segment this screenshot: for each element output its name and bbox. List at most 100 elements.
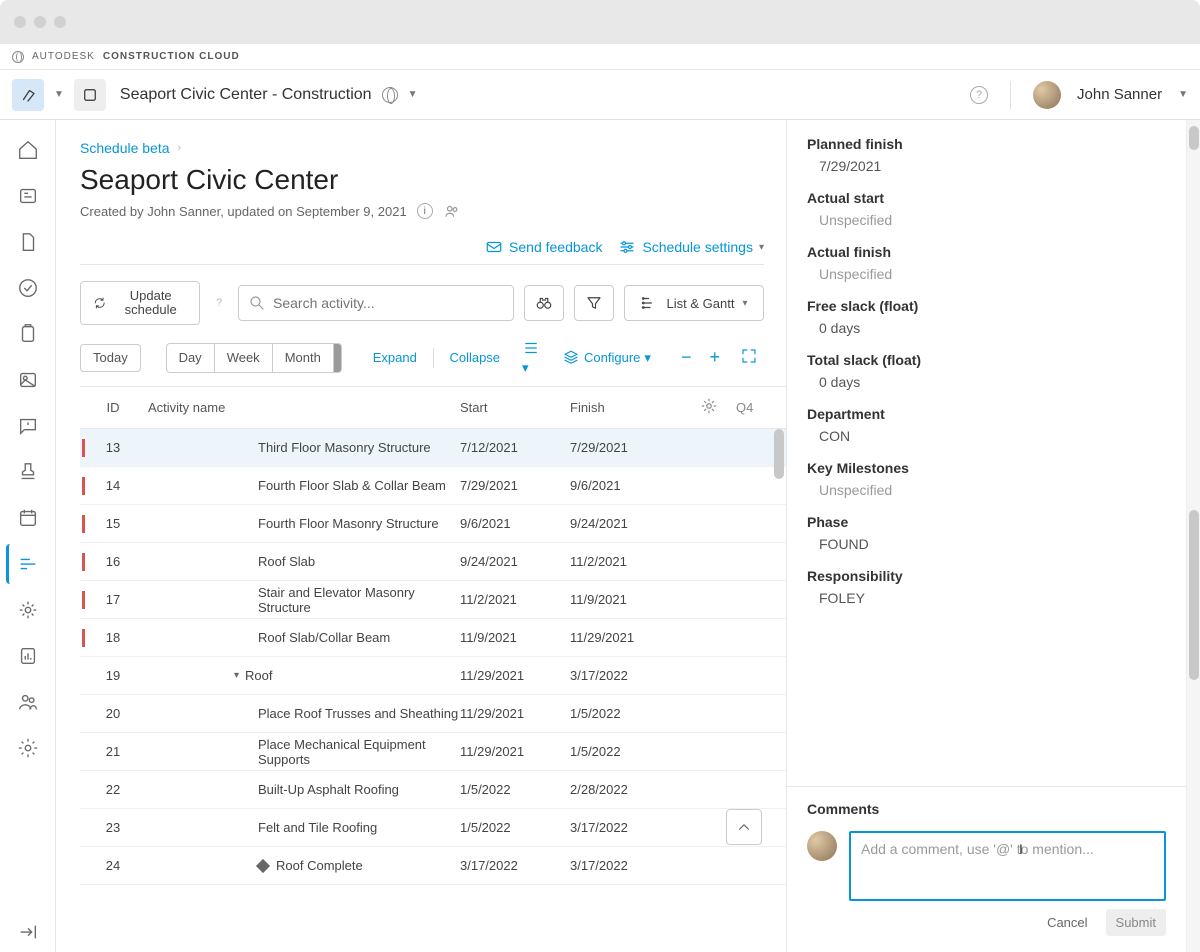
table-row[interactable]: 24Roof Complete3/17/20223/17/2022 [80,847,786,885]
window-titlebar [0,0,1200,44]
autodesk-logo-icon [12,51,24,63]
update-schedule-button[interactable]: Update schedule [80,281,200,325]
range-month[interactable]: Month [273,344,334,372]
brand-company: AUTODESK [32,51,95,62]
list-density-button[interactable]: ▾ [516,339,546,376]
project-icon[interactable] [74,79,106,111]
submit-button[interactable]: Submit [1106,909,1166,936]
table-row[interactable]: 18Roof Slab/Collar Beam11/9/202111/29/20… [80,619,786,657]
table-row[interactable]: 22Built-Up Asphalt Roofing1/5/20222/28/2… [80,771,786,809]
left-nav [0,120,56,952]
configure-label: Configure [584,350,640,365]
nav-files[interactable] [8,222,48,262]
table-row[interactable]: 16Roof Slab9/24/202111/2/2021 [80,543,786,581]
scroll-up-button[interactable] [726,809,762,845]
quarter-label: Q4 [736,400,786,415]
gantt-scrollbar[interactable] [774,429,784,479]
binoculars-button[interactable] [524,285,564,321]
nav-reports[interactable] [8,636,48,676]
breadcrumb-schedule[interactable]: Schedule beta [80,140,170,156]
chevron-down-icon: ▾ [742,298,747,309]
view-mode-button[interactable]: List & Gantt ▾ [624,285,764,321]
field-label: Free slack (float) [807,298,1166,314]
field-value: FOUND [807,536,1166,552]
nav-home[interactable] [8,130,48,170]
send-feedback-link[interactable]: Send feedback [485,238,602,256]
help-icon[interactable]: ? [970,86,988,104]
field-value: Unspecified [807,212,1166,228]
nav-forms[interactable] [8,314,48,354]
detail-panel: Planned finish7/29/2021Actual startUnspe… [786,120,1186,952]
window-min-dot[interactable] [34,16,46,28]
range-day[interactable]: Day [167,344,215,372]
field-value: 0 days [807,374,1166,390]
nav-photos[interactable] [8,360,48,400]
fullscreen-button[interactable] [734,347,764,368]
panel-scrollbar[interactable] [1186,120,1200,952]
table-row[interactable]: 21Place Mechanical Equipment Supports11/… [80,733,786,771]
nav-calendar[interactable] [8,498,48,538]
today-button[interactable]: Today [80,344,141,372]
table-row[interactable]: 15Fourth Floor Masonry Structure9/6/2021… [80,505,786,543]
schedule-settings-link[interactable]: Schedule settings ▾ [618,238,764,256]
window-max-dot[interactable] [54,16,66,28]
range-quarter[interactable]: Quarter [334,344,342,372]
cancel-button[interactable]: Cancel [1037,909,1097,936]
nav-collapse[interactable] [8,912,48,952]
table-row[interactable]: 23Felt and Tile Roofing1/5/20223/17/2022 [80,809,786,847]
user-avatar[interactable] [1033,81,1061,109]
comment-placeholder: Add a comment, use '@' to mention... [861,841,1094,857]
search-input[interactable] [238,285,514,321]
comments-heading: Comments [807,801,1166,817]
brand-bar: AUTODESK CONSTRUCTION CLOUD [0,44,1200,70]
table-row[interactable]: 13Third Floor Masonry Structure7/12/2021… [80,429,786,467]
nav-settings[interactable] [8,728,48,768]
table-row[interactable]: 19▾Roof11/29/20213/17/2022 [80,657,786,695]
nav-stamp[interactable] [8,452,48,492]
project-title[interactable]: Seaport Civic Center - Construction [120,86,372,104]
brand-product: CONSTRUCTION CLOUD [103,51,240,62]
nav-sheets[interactable] [8,176,48,216]
comment-input[interactable]: Add a comment, use '@' to mention... I [849,831,1166,901]
table-row[interactable]: 14Fourth Floor Slab & Collar Beam7/29/20… [80,467,786,505]
nav-issues[interactable] [8,406,48,446]
project-caret-icon[interactable]: ▼ [408,89,418,100]
info-icon[interactable]: i [417,203,433,219]
zoom-out-button[interactable]: − [677,347,696,368]
field-label: Phase [807,514,1166,530]
nav-assets[interactable] [8,590,48,630]
zoom-in-button[interactable]: + [705,347,724,368]
field-value: CON [807,428,1166,444]
col-start[interactable]: Start [460,400,570,415]
col-id[interactable]: ID [88,400,138,415]
field-label: Actual finish [807,244,1166,260]
range-week[interactable]: Week [215,344,273,372]
nav-approvals[interactable] [8,268,48,308]
chevron-right-icon: › [178,142,182,154]
filter-button[interactable] [574,285,614,321]
chevron-down-icon[interactable]: ▾ [234,670,239,681]
app-switcher-caret-icon[interactable]: ▼ [54,89,64,100]
table-row[interactable]: 20Place Roof Trusses and Sheathing11/29/… [80,695,786,733]
table-row[interactable]: 17Stair and Elevator Masonry Structure11… [80,581,786,619]
field-label: Planned finish [807,136,1166,152]
send-feedback-label: Send feedback [509,239,602,255]
comment-avatar [807,831,837,861]
field-value: FOLEY [807,590,1166,606]
nav-schedule[interactable] [6,544,46,584]
members-icon[interactable] [443,202,461,220]
nav-members[interactable] [8,682,48,722]
user-name[interactable]: John Sanner [1077,86,1162,103]
help-small-icon[interactable]: ? [210,294,228,312]
app-switcher-button[interactable] [12,79,44,111]
col-activity-name[interactable]: Activity name [138,400,460,415]
configure-button[interactable]: Configure ▾ [556,349,657,367]
expand-button[interactable]: Expand [367,350,423,365]
globe-icon [382,87,398,103]
col-finish[interactable]: Finish [570,400,700,415]
field-value: Unspecified [807,266,1166,282]
user-caret-icon[interactable]: ▼ [1178,89,1188,100]
window-close-dot[interactable] [14,16,26,28]
collapse-button[interactable]: Collapse [443,350,506,365]
gear-icon[interactable] [700,397,736,418]
